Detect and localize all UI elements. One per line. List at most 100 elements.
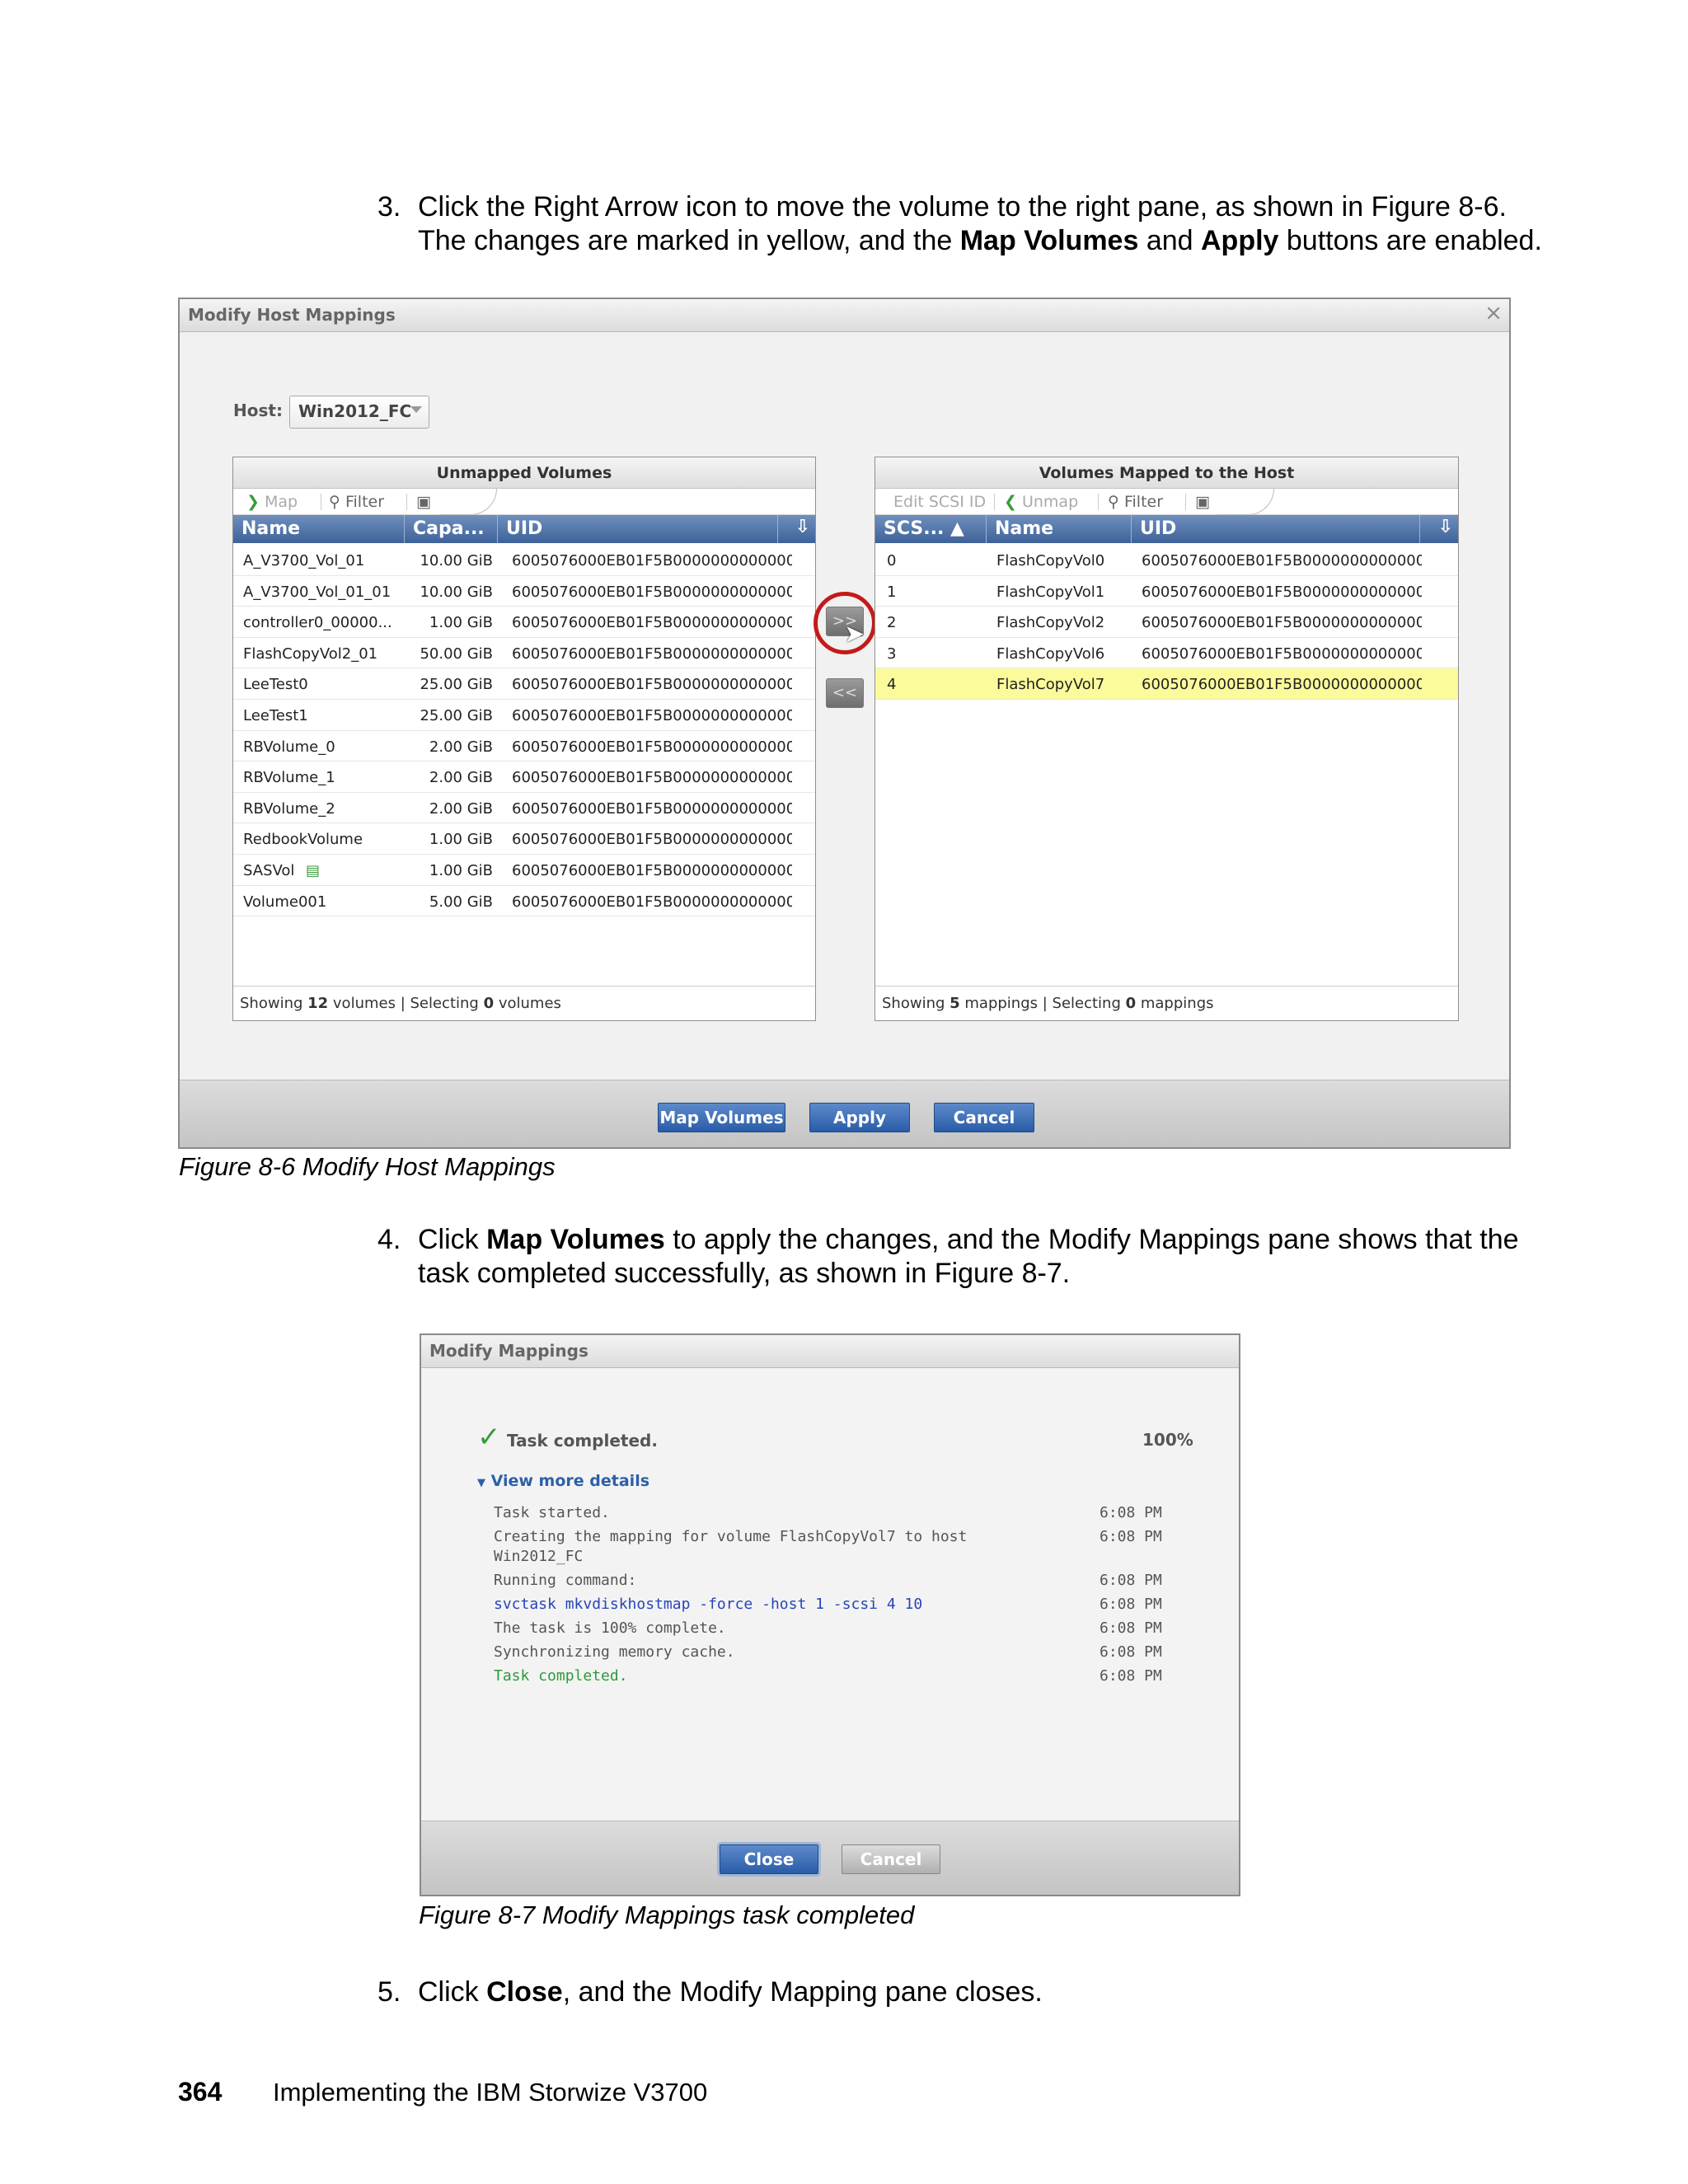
table-cell: FlashCopyVol2 xyxy=(996,614,1105,632)
table-row[interactable]: LeeTest1 25.00 GiB 6005076000EB01F5B000000… xyxy=(233,700,815,731)
toolbar-edge xyxy=(439,489,497,515)
table-cell: 10.00 GiB xyxy=(420,552,493,569)
search-icon: ⚲ xyxy=(1108,493,1119,511)
table-cell: 2.00 GiB xyxy=(429,738,493,756)
table-row[interactable]: LeeTest0 25.00 GiB 6005076000EB01F5B000000… xyxy=(233,668,815,700)
log-timestamp: 6:08 PM xyxy=(1100,1619,1162,1637)
table-row[interactable]: A_V3700_Vol_01_01 10.00 GiB 6005076000EB01… xyxy=(233,576,815,607)
log-line: Synchronizing memory cache. xyxy=(494,1643,735,1661)
table-row[interactable]: RBVolume_0 2.00 GiB 6005076000EB01F5B00000… xyxy=(233,731,815,762)
table-cell: 10.00 GiB xyxy=(420,583,493,601)
table-row[interactable]: 1 FlashCopyVol1 6005076000EB01F5B000000000… xyxy=(875,576,1458,607)
close-icon[interactable]: × xyxy=(1484,301,1503,326)
column-picker-icon[interactable]: ⇩ xyxy=(795,517,810,537)
table-cell: 6005076000EB01F5B000000000000000F xyxy=(512,676,792,694)
step-number: 3. xyxy=(377,191,401,223)
page-number: 364 xyxy=(178,2077,223,2107)
step-text-line: Click Map Volumes to apply the changes, … xyxy=(418,1224,1519,1255)
map-tool[interactable]: ❯ Map xyxy=(246,493,298,511)
column-header-uid[interactable]: UID xyxy=(498,515,778,543)
table-row[interactable]: RBVolume_2 2.00 GiB 6005076000EB01F5B00000… xyxy=(233,793,815,824)
table-cell: 6005076000EB01F5B000000000000000B xyxy=(512,861,792,879)
table-cell: 3 xyxy=(887,644,897,663)
dialog-button-bar: Map Volumes Apply Cancel xyxy=(180,1080,1509,1147)
figure-caption: Figure 8-7 Modify Mappings task complete… xyxy=(419,1900,915,1929)
modify-host-mappings-dialog: Modify Host Mappings × Host: Win2012_FC … xyxy=(178,298,1511,1149)
table-cell: FlashCopyVol2_01 xyxy=(243,644,378,663)
save-icon[interactable]: ▣ xyxy=(1195,493,1210,511)
table-cell: 6005076000EB01F5B0000000000000011 xyxy=(512,738,792,756)
pane-toolbar: ❯ Map ⚲ Filter ▣ xyxy=(233,489,815,515)
table-cell: 25.00 GiB xyxy=(420,706,493,724)
table-cell: 0 xyxy=(887,552,897,569)
host-select[interactable]: Win2012_FC xyxy=(289,396,429,429)
table-cell: 6005076000EB01F5B0000000000000015 xyxy=(512,831,792,849)
step-5: 5. Click Close, and the Modify Mapping p… xyxy=(377,1975,1531,2012)
log-line: Win2012_FC xyxy=(494,1548,584,1565)
map-volumes-button[interactable]: Map Volumes xyxy=(658,1103,785,1132)
divider xyxy=(406,494,407,510)
filter-tool[interactable]: ⚲ Filter xyxy=(329,493,384,511)
table-cell: 6005076000EB01F5B0000000000000016 xyxy=(512,893,792,911)
table-row[interactable]: controller0_00000... 1.00 GiB 6005076000EB… xyxy=(233,607,815,638)
log-line: Task started. xyxy=(494,1504,610,1521)
apply-button[interactable]: Apply xyxy=(809,1103,910,1132)
table-cell: RedbookVolume xyxy=(243,831,363,849)
table-row[interactable]: SASVol 1.00 GiB 6005076000EB01F5B000000000… xyxy=(233,855,815,886)
table-cell: SASVol xyxy=(243,861,295,879)
mapped-volumes-list: 0 FlashCopyVol0 6005076000EB01F5B000000000… xyxy=(875,545,1458,700)
step-text-line: task completed successfully, as shown in… xyxy=(418,1258,1071,1289)
sas-volume-icon: ▤ xyxy=(306,861,321,879)
table-row[interactable]: 3 FlashCopyVol6 6005076000EB01F5B000000000… xyxy=(875,638,1458,669)
table-row[interactable]: FlashCopyVol2_01 50.00 GiB 6005076000EB01F… xyxy=(233,638,815,669)
log-timestamp: 6:08 PM xyxy=(1100,1643,1162,1661)
column-header-scsi-id[interactable]: SCS... ▲ xyxy=(875,515,987,543)
pane-footer: Showing 12 volumes | Selecting 0 volumes xyxy=(233,986,815,1020)
table-row[interactable]: 2 FlashCopyVol2 6005076000EB01F5B000000000… xyxy=(875,607,1458,638)
log-timestamp: 6:08 PM xyxy=(1100,1596,1162,1613)
table-cell: FlashCopyVol0 xyxy=(996,552,1105,569)
edit-scsi-id-tool[interactable]: Edit SCSI ID xyxy=(893,493,986,511)
column-header-capacity[interactable]: Capa... xyxy=(405,515,498,543)
table-cell: 6005076000EB01F5B0000000000000000 xyxy=(512,614,792,632)
log-line: Running command: xyxy=(494,1572,637,1589)
log-timestamp: 6:08 PM xyxy=(1100,1572,1162,1589)
table-header: SCS... ▲ Name UID ⇩ xyxy=(875,515,1458,543)
table-cell: 6005076000EB01F5B000000000000000D xyxy=(512,552,792,569)
table-cell: 1.00 GiB xyxy=(429,861,493,879)
unmap-tool[interactable]: ❮ Unmap xyxy=(1004,493,1078,511)
table-cell: 6005076000EB01F5B000000000000000E xyxy=(512,583,792,601)
table-cell: FlashCopyVol6 xyxy=(996,644,1105,663)
table-cell: RBVolume_1 xyxy=(243,769,335,787)
pane-footer: Showing 5 mappings | Selecting 0 mapping… xyxy=(875,986,1458,1020)
move-left-button[interactable]: << xyxy=(826,678,864,708)
table-row[interactable]: 0 FlashCopyVol0 6005076000EB01F5B000000000… xyxy=(875,545,1458,576)
table-row[interactable]: RedbookVolume 1.00 GiB 6005076000EB01F5B00… xyxy=(233,823,815,855)
column-picker-icon[interactable]: ⇩ xyxy=(1438,517,1453,537)
column-header-uid[interactable]: UID xyxy=(1132,515,1420,543)
cancel-button[interactable]: Cancel xyxy=(842,1844,940,1874)
table-row[interactable]: A_V3700_Vol_01 10.00 GiB 6005076000EB01F5B… xyxy=(233,545,815,576)
table-cell: 4 xyxy=(887,676,897,694)
cancel-button[interactable]: Cancel xyxy=(934,1103,1034,1132)
unmapped-volumes-pane: Unmapped Volumes ❯ Map ⚲ Filter ▣ Name C… xyxy=(232,457,816,1021)
table-cell: FlashCopyVol1 xyxy=(996,583,1105,601)
pane-title: Unmapped Volumes xyxy=(233,457,815,489)
step-3: 3. Click the Right Arrow icon to move th… xyxy=(377,190,1542,260)
filter-tool[interactable]: ⚲ Filter xyxy=(1108,493,1163,511)
step-text-line: Click the Right Arrow icon to move the v… xyxy=(418,191,1507,223)
host-label: Host: xyxy=(233,401,283,420)
table-row[interactable]: 4 FlashCopyVol7 6005076000EB01F5B000000000… xyxy=(875,668,1458,700)
table-row[interactable]: RBVolume_1 2.00 GiB 6005076000EB01F5B00000… xyxy=(233,762,815,793)
log-line: Task completed. xyxy=(494,1667,628,1685)
column-header-name[interactable]: Name xyxy=(233,515,405,543)
host-select-value: Win2012_FC xyxy=(298,401,412,421)
save-icon[interactable]: ▣ xyxy=(416,493,431,511)
table-row[interactable]: Volume001 5.00 GiB 6005076000EB01F5B000000… xyxy=(233,886,815,917)
log-timestamp: 6:08 PM xyxy=(1100,1504,1162,1521)
unmapped-volumes-list: A_V3700_Vol_01 10.00 GiB 6005076000EB01F5B… xyxy=(233,545,815,917)
column-header-name[interactable]: Name xyxy=(987,515,1132,543)
close-button[interactable]: Close xyxy=(720,1844,818,1874)
table-cell: 6005076000EB01F5B0000000000000005 xyxy=(1142,614,1422,632)
mouse-pointer-icon: ➤ xyxy=(844,620,865,649)
